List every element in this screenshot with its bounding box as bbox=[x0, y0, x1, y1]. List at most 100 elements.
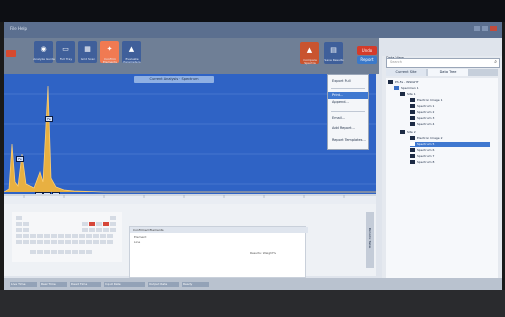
element-cell[interactable] bbox=[30, 234, 36, 238]
peak-label[interactable]: Fe bbox=[16, 156, 24, 162]
minimize-icon[interactable] bbox=[474, 26, 480, 31]
element-cell[interactable] bbox=[58, 234, 64, 238]
element-cell[interactable] bbox=[82, 228, 88, 232]
element-cell[interactable] bbox=[16, 240, 22, 244]
tree-item-spectrum[interactable]: Spectrum 1 bbox=[410, 104, 434, 109]
nav-arrow-icon[interactable] bbox=[6, 50, 16, 57]
element-cell[interactable] bbox=[16, 216, 22, 220]
tool-save-results[interactable]: ▤ Save Results bbox=[324, 42, 344, 64]
element-cell[interactable] bbox=[72, 250, 78, 254]
menu-item-export-full[interactable]: Export Full bbox=[332, 78, 366, 85]
element-cell[interactable] bbox=[103, 228, 109, 232]
element-cell[interactable] bbox=[86, 234, 92, 238]
element-cell[interactable] bbox=[79, 250, 85, 254]
tool-compare-spectra[interactable]: ▲ Compare Spectra bbox=[300, 42, 319, 65]
element-cell[interactable] bbox=[16, 228, 22, 232]
element-cell[interactable] bbox=[37, 240, 43, 244]
element-cell[interactable] bbox=[89, 228, 95, 232]
element-cell[interactable] bbox=[23, 234, 29, 238]
element-cell[interactable] bbox=[30, 250, 36, 254]
tool-confirm-elements[interactable]: ✦ Confirm Elements bbox=[100, 41, 119, 64]
element-cell[interactable] bbox=[65, 250, 71, 254]
tree-item-specimen[interactable]: Specimen 1 bbox=[394, 86, 419, 91]
search-input[interactable]: Search ⌕ bbox=[386, 58, 500, 68]
tool-label: Save Results bbox=[324, 58, 344, 62]
element-cell[interactable] bbox=[107, 234, 113, 238]
element-cell[interactable] bbox=[110, 222, 116, 226]
menu-item-add-report[interactable]: Add Report... bbox=[332, 125, 366, 132]
status-item: Output Rate bbox=[148, 282, 179, 287]
element-cell[interactable] bbox=[44, 250, 50, 254]
close-icon[interactable] bbox=[490, 26, 497, 31]
tree-item-spectrum-selected[interactable]: Spectrum 5 bbox=[410, 142, 490, 147]
tree-item-spectrum[interactable]: Spectrum 2 bbox=[410, 110, 434, 115]
search-icon[interactable]: ⌕ bbox=[494, 59, 497, 65]
menu-bar[interactable]: File Help bbox=[10, 26, 27, 31]
peak-label[interactable]: Fe bbox=[45, 116, 53, 122]
report-button[interactable]: Report bbox=[357, 56, 377, 64]
element-cell[interactable] bbox=[58, 240, 64, 244]
results-box[interactable]: Confirmed Elements Element Line Results:… bbox=[129, 226, 308, 278]
element-cell[interactable] bbox=[44, 234, 50, 238]
element-cell[interactable] bbox=[89, 222, 95, 226]
element-cell[interactable] bbox=[44, 240, 50, 244]
tree-item-spectrum[interactable]: Spectrum 4 bbox=[410, 122, 434, 127]
element-cell[interactable] bbox=[100, 234, 106, 238]
element-cell[interactable] bbox=[96, 222, 102, 226]
element-cell[interactable] bbox=[37, 250, 43, 254]
element-cell[interactable] bbox=[65, 234, 71, 238]
element-cell[interactable] bbox=[51, 234, 57, 238]
element-cell[interactable] bbox=[23, 222, 29, 226]
element-cell[interactable] bbox=[93, 240, 99, 244]
tree-label: Spectrum 8 bbox=[417, 160, 435, 164]
element-cell[interactable] bbox=[107, 240, 113, 244]
element-cell[interactable] bbox=[58, 250, 64, 254]
element-cell[interactable] bbox=[72, 234, 78, 238]
element-cell[interactable] bbox=[51, 250, 57, 254]
tree-item-spectrum[interactable]: Spectrum 6 bbox=[410, 148, 434, 153]
spectrum-view[interactable]: Current Analysis · Spectrum Fe Fe Cr Cr … bbox=[4, 74, 376, 214]
element-cell[interactable] bbox=[110, 228, 116, 232]
tree-item-spectrum[interactable]: Spectrum 8 bbox=[410, 160, 434, 165]
element-cell[interactable] bbox=[16, 222, 22, 226]
element-cell[interactable] bbox=[82, 222, 88, 226]
tool-grid-scan[interactable]: ▦ Grid Scan bbox=[78, 41, 97, 63]
element-cell[interactable] bbox=[86, 240, 92, 244]
element-cell[interactable] bbox=[23, 228, 29, 232]
menu-item-print[interactable]: Print... bbox=[328, 92, 368, 99]
element-cell[interactable] bbox=[100, 240, 106, 244]
tree-item-spectrum[interactable]: Spectrum 7 bbox=[410, 154, 434, 159]
tab-current-site[interactable]: Current Site bbox=[386, 69, 426, 76]
element-cell[interactable] bbox=[79, 234, 85, 238]
element-cell[interactable] bbox=[16, 234, 22, 238]
tool-full-tray[interactable]: ▭ Full Tray bbox=[56, 41, 75, 63]
tree-item-spectrum[interactable]: Spectrum 3 bbox=[410, 116, 434, 121]
tree-item-image[interactable]: Electron Image 2 bbox=[410, 136, 443, 141]
periodic-table[interactable] bbox=[12, 212, 122, 262]
menu-item-append[interactable]: Append... bbox=[332, 99, 366, 106]
element-cell[interactable] bbox=[96, 228, 102, 232]
tool-evaluate-parameters[interactable]: ▲ Evaluate Parameters bbox=[122, 41, 141, 64]
element-cell[interactable] bbox=[110, 216, 116, 220]
element-cell[interactable] bbox=[65, 240, 71, 244]
element-cell[interactable] bbox=[86, 250, 92, 254]
element-cell[interactable] bbox=[79, 240, 85, 244]
element-cell[interactable] bbox=[30, 240, 36, 244]
tree-item-project[interactable]: Ph-Fe - INSIGHT bbox=[388, 80, 419, 85]
tool-analyze-guide[interactable]: ◉ Analyze Guide bbox=[33, 41, 55, 63]
menu-item-report-templates[interactable]: Report Templates... bbox=[332, 137, 366, 144]
tree-item-site[interactable]: Site 1 bbox=[400, 92, 416, 97]
tree-item-image[interactable]: Electron Image 1 bbox=[410, 98, 443, 103]
element-cell[interactable] bbox=[103, 222, 109, 226]
undo-button[interactable]: Undo bbox=[357, 46, 377, 55]
periodic-table-side-tab[interactable]: Periodic Table bbox=[366, 212, 374, 268]
element-cell[interactable] bbox=[93, 234, 99, 238]
element-cell[interactable] bbox=[72, 240, 78, 244]
tab-data-tree[interactable]: Data Tree bbox=[428, 69, 468, 76]
maximize-icon[interactable] bbox=[482, 26, 488, 31]
element-cell[interactable] bbox=[37, 234, 43, 238]
tree-item-site[interactable]: Site 2 bbox=[400, 130, 416, 135]
menu-item-email[interactable]: Email... bbox=[332, 115, 366, 122]
element-cell[interactable] bbox=[51, 240, 57, 244]
element-cell[interactable] bbox=[23, 240, 29, 244]
